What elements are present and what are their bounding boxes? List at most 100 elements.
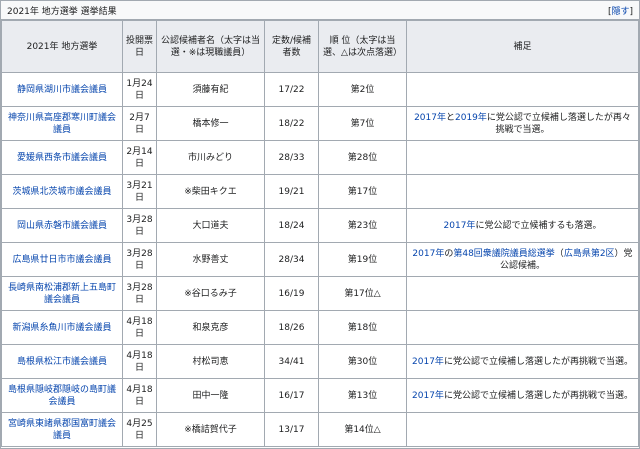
candidate-name: ※谷口るみ子 xyxy=(156,276,265,311)
seats-candidates: 19/21 xyxy=(264,174,319,209)
results-table-container: 2021年 地方選挙 選挙結果 [隠す] 2021年 地方選挙 投開票日 公認候… xyxy=(0,0,640,449)
seats-candidates: 17/22 xyxy=(264,72,319,107)
rank: 第7位 xyxy=(318,106,407,141)
vote-date: 4月25日 xyxy=(122,412,157,447)
election-name-link[interactable]: 島根県隠岐郡隠岐の島町議会議員 xyxy=(8,385,116,407)
note-link[interactable]: 2017年 xyxy=(412,357,444,367)
rank: 第14位△ xyxy=(318,412,407,447)
note-text: に党公認で立候補するも落選。 xyxy=(475,220,602,231)
note-link[interactable]: 広島県第2区 xyxy=(564,249,615,259)
election-name: 新潟県糸魚川市議会議員 xyxy=(1,310,123,345)
election-name-link[interactable]: 静岡県湖川市議会議員 xyxy=(17,85,107,95)
seats-candidates: 16/19 xyxy=(264,276,319,311)
candidate-name: 須藤有紀 xyxy=(156,72,265,107)
header-date: 投開票日 xyxy=(122,20,157,73)
election-name-link[interactable]: 宮崎県東諸県郡国富町議会議員 xyxy=(8,419,116,441)
vote-date: 3月21日 xyxy=(122,174,157,209)
header-candidate: 公認候補者名（太字は当選・※は現職議員） xyxy=(156,20,265,73)
rank: 第23位 xyxy=(318,208,407,243)
table-row: 静岡県湖川市議会議員 1月24日 須藤有紀 17/22 第2位 xyxy=(1,72,639,107)
note-cell xyxy=(406,140,639,175)
note-text: に党公認で立候補し落選したが再挑戦で当選。 xyxy=(443,356,633,367)
election-name-link[interactable]: 茨城県北茨城市議会議員 xyxy=(12,187,111,197)
election-name: 宮崎県東諸県郡国富町議会議員 xyxy=(1,412,123,447)
header-seats: 定数/候補者数 xyxy=(264,20,319,73)
note-cell xyxy=(406,174,639,209)
candidate-name: 大口道夫 xyxy=(156,208,265,243)
table-row: 茨城県北茨城市議会議員 3月21日 ※柴田キクエ 19/21 第17位 xyxy=(1,174,639,209)
results-table: 2021年 地方選挙 投開票日 公認候補者名（太字は当選・※は現職議員） 定数/… xyxy=(1,20,639,447)
vote-date: 3月28日 xyxy=(122,208,157,243)
table-caption: 2021年 地方選挙 選挙結果 xyxy=(7,6,117,17)
candidate-name: 和泉克彦 xyxy=(156,310,265,345)
rank: 第17位 xyxy=(318,174,407,209)
vote-date: 3月28日 xyxy=(122,242,157,277)
vote-date: 2月14日 xyxy=(122,140,157,175)
rank: 第13位 xyxy=(318,378,407,413)
note-cell: 2017年に党公認で立候補し落選したが再挑戦で当選。 xyxy=(406,344,639,379)
note-link[interactable]: 2019年 xyxy=(455,113,487,123)
seats-candidates: 18/22 xyxy=(264,106,319,141)
election-name-link[interactable]: 広島県廿日市市議会議員 xyxy=(12,255,111,265)
table-row: 新潟県糸魚川市議会議員 4月18日 和泉克彦 18/26 第18位 xyxy=(1,310,639,345)
election-name: 島根県隠岐郡隠岐の島町議会議員 xyxy=(1,378,123,413)
candidate-name: ※橋詰賀代子 xyxy=(156,412,265,447)
note-text: （ xyxy=(554,248,564,259)
vote-date: 2月7日 xyxy=(122,106,157,141)
vote-date: 4月18日 xyxy=(122,310,157,345)
note-cell: 2017年に党公認で立候補するも落選。 xyxy=(406,208,639,243)
header-rank: 順 位（太字は当選、△は次点落選） xyxy=(318,20,407,73)
candidate-name: ※柴田キクエ xyxy=(156,174,265,209)
seats-candidates: 34/41 xyxy=(264,344,319,379)
note-cell xyxy=(406,412,639,447)
candidate-name: 水野善丈 xyxy=(156,242,265,277)
table-row: 広島県廿日市市議会議員 3月28日 水野善丈 28/34 第19位 2017年の第48回衆… xyxy=(1,242,639,277)
election-name: 神奈川県高座郡寒川町議会議員 xyxy=(1,106,123,141)
note-cell xyxy=(406,72,639,107)
header-election: 2021年 地方選挙 xyxy=(1,20,123,73)
rank: 第2位 xyxy=(318,72,407,107)
note-link[interactable]: 2017年 xyxy=(412,391,444,401)
election-name-link[interactable]: 岡山県赤磐市議会議員 xyxy=(17,221,107,231)
note-link[interactable]: 2017年 xyxy=(414,113,446,123)
seats-candidates: 28/33 xyxy=(264,140,319,175)
table-row: 宮崎県東諸県郡国富町議会議員 4月25日 ※橋詰賀代子 13/17 第14位△ xyxy=(1,412,639,447)
seats-candidates: 13/17 xyxy=(264,412,319,447)
note-cell xyxy=(406,310,639,345)
candidate-name: 市川みどり xyxy=(156,140,265,175)
header-note: 補足 xyxy=(406,20,639,73)
election-name-link[interactable]: 島根県松江市議会議員 xyxy=(17,357,107,367)
table-row: 岡山県赤磐市議会議員 3月28日 大口道夫 18/24 第23位 2017年に党公認で立候… xyxy=(1,208,639,243)
candidate-name: 橋本修一 xyxy=(156,106,265,141)
election-name: 島根県松江市議会議員 xyxy=(1,344,123,379)
election-name: 静岡県湖川市議会議員 xyxy=(1,72,123,107)
note-text: に党公認で立候補し落選したが再挑戦で当選。 xyxy=(443,390,633,401)
table-body: 静岡県湖川市議会議員 1月24日 須藤有紀 17/22 第2位神奈川県高座郡寒川町議会議… xyxy=(1,72,639,447)
election-name: 広島県廿日市市議会議員 xyxy=(1,242,123,277)
note-link[interactable]: 2017年 xyxy=(444,221,476,231)
election-name: 岡山県赤磐市議会議員 xyxy=(1,208,123,243)
rank: 第28位 xyxy=(318,140,407,175)
table-caption-bar: 2021年 地方選挙 選挙結果 [隠す] xyxy=(1,1,639,20)
election-name-link[interactable]: 愛媛県西条市議会議員 xyxy=(17,153,107,163)
election-name: 茨城県北茨城市議会議員 xyxy=(1,174,123,209)
note-link[interactable]: 第48回衆議院議員総選挙 xyxy=(453,249,554,259)
seats-candidates: 18/26 xyxy=(264,310,319,345)
election-name: 長崎県南松浦郡新上五島町議会議員 xyxy=(1,276,123,311)
election-name-link[interactable]: 神奈川県高座郡寒川町議会議員 xyxy=(8,113,116,135)
header-row: 2021年 地方選挙 投開票日 公認候補者名（太字は当選・※は現職議員） 定数/… xyxy=(1,20,639,73)
rank: 第19位 xyxy=(318,242,407,277)
election-name-link[interactable]: 新潟県糸魚川市議会議員 xyxy=(12,323,111,333)
table-row: 島根県松江市議会議員 4月18日 村松司恵 34/41 第30位 2017年に党公認で立候… xyxy=(1,344,639,379)
election-name-link[interactable]: 長崎県南松浦郡新上五島町議会議員 xyxy=(8,283,116,305)
note-link[interactable]: 2017年 xyxy=(412,249,444,259)
table-row: 愛媛県西条市議会議員 2月14日 市川みどり 28/33 第28位 xyxy=(1,140,639,175)
election-name: 愛媛県西条市議会議員 xyxy=(1,140,123,175)
note-text: に党公認で立候補し落選したが再々挑戦で当選。 xyxy=(486,112,631,135)
table-row: 神奈川県高座郡寒川町議会議員 2月7日 橋本修一 18/22 第7位 2017年と2019… xyxy=(1,106,639,141)
rank: 第18位 xyxy=(318,310,407,345)
collapse-toggle: [隠す] xyxy=(607,6,633,17)
vote-date: 4月18日 xyxy=(122,378,157,413)
note-cell: 2017年に党公認で立候補し落選したが再挑戦で当選。 xyxy=(406,378,639,413)
hide-link[interactable]: 隠す xyxy=(611,7,629,17)
